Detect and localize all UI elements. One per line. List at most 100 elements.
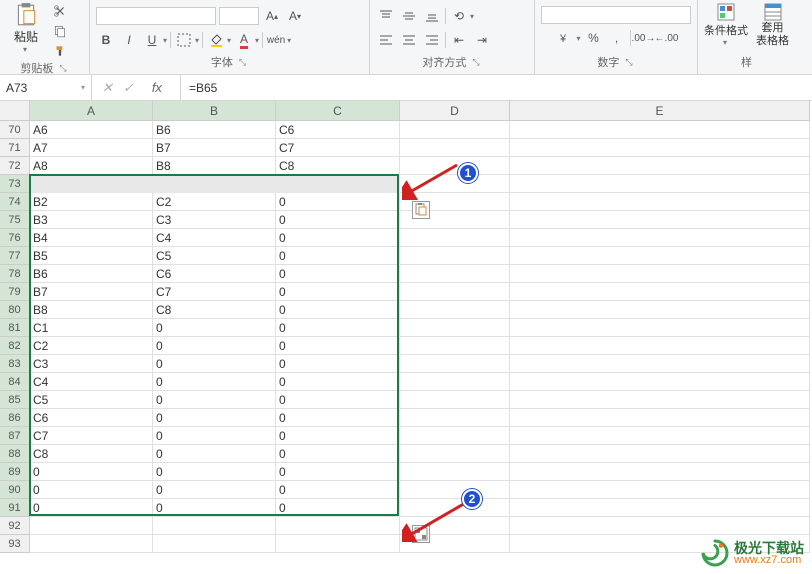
cell[interactable]: 0 <box>153 319 276 337</box>
cell[interactable]: 0 <box>153 499 276 517</box>
cell[interactable]: C1 <box>153 175 276 193</box>
cell[interactable]: B3 <box>30 211 153 229</box>
cell[interactable] <box>510 445 810 463</box>
row-header[interactable]: 89 <box>0 463 30 481</box>
row-header[interactable]: 92 <box>0 517 30 535</box>
cell[interactable]: 0 <box>153 373 276 391</box>
align-center-button[interactable] <box>399 30 419 50</box>
number-dialog-launcher[interactable]: ⤡ <box>623 57 634 68</box>
cell[interactable]: B6 <box>153 121 276 139</box>
cell[interactable]: 0 <box>276 499 400 517</box>
cell[interactable]: B8 <box>30 301 153 319</box>
cell[interactable]: 0 <box>276 409 400 427</box>
cell[interactable]: C7 <box>153 283 276 301</box>
align-top-button[interactable] <box>376 6 396 26</box>
cell[interactable] <box>510 427 810 445</box>
row-header[interactable]: 82 <box>0 337 30 355</box>
cell[interactable]: B4 <box>30 229 153 247</box>
enter-formula-button[interactable]: ✓ <box>123 80 134 96</box>
cell[interactable] <box>510 481 810 499</box>
cell[interactable] <box>510 355 810 373</box>
cell[interactable] <box>400 319 510 337</box>
copy-button[interactable] <box>49 22 71 40</box>
cell[interactable]: C3 <box>153 211 276 229</box>
cell[interactable] <box>400 355 510 373</box>
cell[interactable]: C5 <box>30 391 153 409</box>
cell[interactable] <box>510 193 810 211</box>
row-header[interactable]: 91 <box>0 499 30 517</box>
cut-button[interactable] <box>49 2 71 20</box>
name-box[interactable]: A73 ▾ <box>0 75 92 100</box>
cell[interactable]: 0 <box>276 229 400 247</box>
underline-button[interactable]: U <box>142 30 162 50</box>
percent-button[interactable]: % <box>584 28 604 48</box>
bold-button[interactable]: B <box>96 30 116 50</box>
decrease-font-button[interactable]: A▾ <box>285 6 305 26</box>
cell[interactable]: 0 <box>153 391 276 409</box>
cell[interactable]: 0 <box>30 463 153 481</box>
increase-font-button[interactable]: A▴ <box>262 6 282 26</box>
cell[interactable]: 0 <box>30 481 153 499</box>
font-dialog-launcher[interactable]: ⤡ <box>237 57 248 68</box>
cell[interactable]: B1 <box>30 175 153 193</box>
column-header-B[interactable]: B <box>153 101 276 121</box>
cell[interactable]: C4 <box>30 373 153 391</box>
cell[interactable]: B2 <box>30 193 153 211</box>
cell[interactable]: 0 <box>276 319 400 337</box>
cell[interactable]: 0 <box>153 337 276 355</box>
border-button[interactable] <box>174 30 194 50</box>
row-header[interactable]: 77 <box>0 247 30 265</box>
row-header[interactable]: 86 <box>0 409 30 427</box>
cell[interactable] <box>510 463 810 481</box>
table-format-button[interactable]: 套用 表格格 <box>756 2 789 46</box>
cell[interactable]: 0 <box>276 355 400 373</box>
cell[interactable] <box>30 535 153 553</box>
cell[interactable]: 0 <box>276 211 400 229</box>
row-header[interactable]: 93 <box>0 535 30 553</box>
italic-button[interactable]: I <box>119 30 139 50</box>
formula-input[interactable]: =B65 <box>181 75 812 100</box>
row-header[interactable]: 74 <box>0 193 30 211</box>
decrease-indent-button[interactable]: ⇤ <box>449 30 469 50</box>
cell[interactable]: 0 <box>276 175 400 193</box>
cell[interactable] <box>400 247 510 265</box>
cell[interactable] <box>510 265 810 283</box>
row-header[interactable]: 90 <box>0 481 30 499</box>
cell[interactable] <box>510 319 810 337</box>
conditional-format-button[interactable]: 条件格式 ▾ <box>704 2 748 47</box>
font-size-select[interactable] <box>219 7 259 25</box>
number-format-select[interactable] <box>541 6 691 24</box>
cell[interactable] <box>400 139 510 157</box>
cell[interactable] <box>510 157 810 175</box>
cell[interactable]: 0 <box>276 283 400 301</box>
cell[interactable] <box>510 139 810 157</box>
cell[interactable]: C6 <box>276 121 400 139</box>
clipboard-dialog-launcher[interactable]: ⤡ <box>57 63 68 74</box>
font-family-select[interactable] <box>96 7 216 25</box>
cell[interactable]: C8 <box>276 157 400 175</box>
cell[interactable]: 0 <box>276 265 400 283</box>
decrease-decimal-button[interactable]: ←.00 <box>657 28 677 48</box>
cell[interactable] <box>510 301 810 319</box>
row-header[interactable]: 85 <box>0 391 30 409</box>
column-header-C[interactable]: C <box>276 101 400 121</box>
cell[interactable] <box>400 265 510 283</box>
cell[interactable]: C7 <box>30 427 153 445</box>
cell[interactable]: C6 <box>30 409 153 427</box>
cell[interactable] <box>400 499 510 517</box>
row-header[interactable]: 71 <box>0 139 30 157</box>
cell[interactable] <box>510 517 810 535</box>
increase-decimal-button[interactable]: .00→ <box>634 28 654 48</box>
cell[interactable]: 0 <box>153 445 276 463</box>
align-middle-button[interactable] <box>399 6 419 26</box>
cell[interactable] <box>400 373 510 391</box>
cell[interactable]: 0 <box>276 373 400 391</box>
font-color-button[interactable]: A <box>234 30 254 50</box>
increase-indent-button[interactable]: ⇥ <box>472 30 492 50</box>
cell[interactable] <box>400 427 510 445</box>
row-header[interactable]: 72 <box>0 157 30 175</box>
row-header[interactable]: 83 <box>0 355 30 373</box>
cell[interactable]: C3 <box>30 355 153 373</box>
cell[interactable] <box>400 283 510 301</box>
row-header[interactable]: 87 <box>0 427 30 445</box>
